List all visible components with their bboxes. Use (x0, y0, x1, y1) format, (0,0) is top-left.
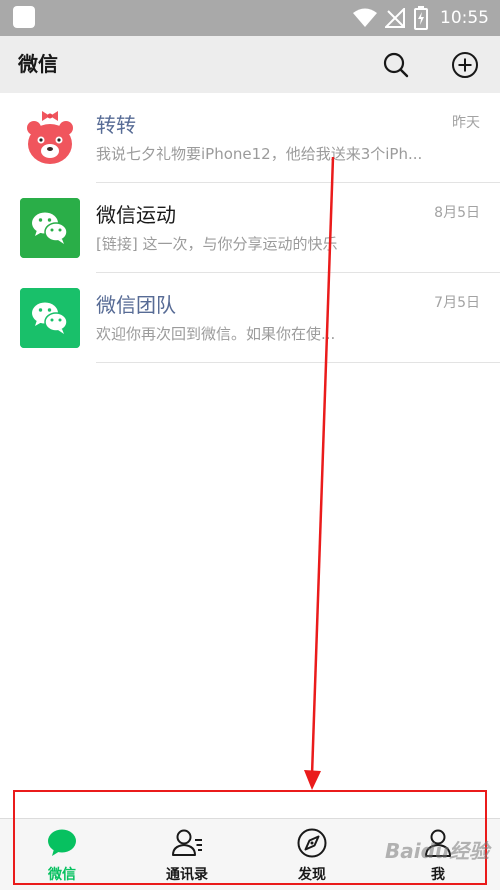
tab-contacts[interactable]: 通讯录 (137, 827, 237, 887)
tab-label: 我 (431, 867, 445, 883)
chat-name: 微信运动 (96, 203, 176, 227)
wechat-sport-avatar (20, 198, 80, 258)
no-signal-icon (385, 8, 405, 28)
chat-time: 8月5日 (434, 205, 480, 221)
chat-item-wechat-team[interactable]: 微信团队 欢迎你再次回到微信。如果你在使... 7月5日 (0, 273, 500, 363)
divider (96, 362, 500, 363)
chat-bubble-icon (48, 829, 76, 856)
tab-label: 微信 (48, 867, 76, 883)
chat-time: 昨天 (452, 115, 480, 131)
app-header: 微信 (0, 36, 500, 93)
chat-name: 微信团队 (96, 293, 176, 317)
chat-time: 7月5日 (434, 295, 480, 311)
page-title: 微信 (18, 52, 58, 76)
search-icon[interactable] (382, 51, 410, 79)
compass-icon (297, 828, 327, 858)
bottom-nav: 微信 通讯录 发现 我 (0, 818, 500, 890)
bear-logo-icon (20, 108, 80, 168)
tab-chats[interactable]: 微信 (12, 827, 112, 887)
chat-item-wechat-sport[interactable]: 微信运动 [链接] 这一次，与你分享运动的快乐 8月5日 (0, 183, 500, 273)
battery-charging-icon (414, 6, 428, 30)
tab-me[interactable]: 我 (388, 827, 488, 887)
chat-list: 转转 我说七夕礼物要iPhone12，他给我送来3个iPh... 昨天 微信运动… (0, 93, 500, 363)
wechat-logo-icon (20, 198, 80, 258)
chat-item-zhuanzhuan[interactable]: 转转 我说七夕礼物要iPhone12，他给我送来3个iPh... 昨天 (0, 93, 500, 183)
tab-label: 通讯录 (166, 867, 208, 883)
wechat-logo-icon (20, 288, 80, 348)
zhuanzhuan-avatar (20, 108, 80, 168)
tab-label: 发现 (298, 867, 326, 883)
wifi-icon (353, 8, 377, 27)
status-bar: 10:55 (0, 0, 500, 36)
add-icon[interactable] (451, 51, 479, 79)
chat-preview: 欢迎你再次回到微信。如果你在使... (96, 325, 336, 343)
tab-discover[interactable]: 发现 (262, 827, 362, 887)
contacts-icon (172, 829, 202, 856)
chat-name: 转转 (96, 113, 136, 137)
wechat-team-avatar (20, 288, 80, 348)
notification-app-icon (13, 6, 35, 28)
chat-preview: [链接] 这一次，与你分享运动的快乐 (96, 235, 338, 253)
status-time: 10:55 (440, 8, 489, 28)
chat-preview: 我说七夕礼物要iPhone12，他给我送来3个iPh... (96, 145, 423, 163)
person-icon (425, 829, 451, 857)
